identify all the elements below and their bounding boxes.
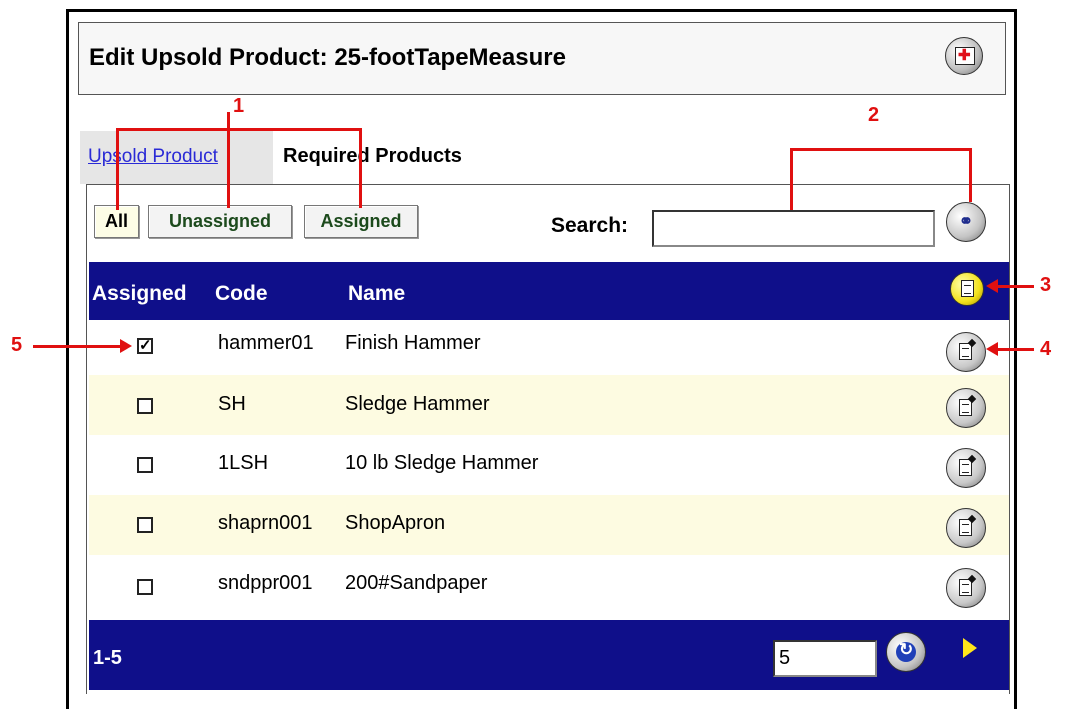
edit-icon[interactable] — [946, 568, 986, 608]
tab-required-products-label: Required Products — [283, 145, 462, 167]
row-code: hammer01 — [218, 332, 314, 354]
annotation-line — [227, 112, 230, 129]
row-code: SH — [218, 393, 246, 415]
row-code: 1LSH — [218, 452, 269, 474]
annotation-arrowhead — [120, 339, 132, 353]
close-window-icon[interactable] — [945, 37, 983, 75]
annotation-3: 3 — [1040, 274, 1052, 296]
binoculars-icon[interactable]: ⚭ — [946, 202, 986, 242]
filter-unassigned-button[interactable]: Unassigned — [148, 205, 292, 238]
annotation-line — [116, 128, 361, 131]
search-label: Search: — [551, 214, 629, 237]
page-title: Edit Upsold Product: 25-footTapeMeasure — [89, 44, 566, 71]
annotation-line — [359, 128, 362, 208]
edit-icon[interactable] — [946, 508, 986, 548]
annotation-arrowhead — [986, 279, 998, 293]
annotation-line — [790, 148, 972, 151]
add-document-icon[interactable] — [950, 272, 984, 306]
annotation-1: 1 — [233, 95, 245, 117]
edit-icon[interactable] — [946, 448, 986, 488]
page-size-input[interactable] — [773, 640, 877, 677]
annotation-line — [33, 345, 121, 348]
annotation-4: 4 — [1040, 338, 1052, 360]
row-code: shaprn001 — [218, 512, 313, 534]
row-name: Sledge Hammer — [345, 393, 490, 415]
row-name: 10 lb Sledge Hammer — [345, 452, 539, 474]
edit-icon[interactable] — [946, 332, 986, 372]
annotation-line — [227, 128, 230, 208]
pagination-range: 1-5 — [93, 647, 122, 669]
annotation-arrowhead — [986, 342, 998, 356]
assigned-checkbox[interactable] — [137, 579, 153, 595]
assigned-checkbox[interactable] — [137, 457, 153, 473]
annotation-5: 5 — [11, 334, 23, 356]
row-name: ShopApron — [345, 512, 446, 534]
annotation-2: 2 — [868, 104, 880, 126]
refresh-icon[interactable] — [886, 632, 926, 672]
column-header-name[interactable]: Name — [348, 282, 405, 306]
annotation-line — [996, 348, 1034, 351]
annotation-line — [116, 128, 119, 210]
column-header-code[interactable]: Code — [215, 282, 268, 306]
row-code: sndppr001 — [218, 572, 313, 594]
search-input[interactable] — [652, 210, 935, 247]
filter-assigned-button[interactable]: Assigned — [304, 205, 418, 238]
edit-icon[interactable] — [946, 388, 986, 428]
assigned-checkbox[interactable] — [137, 398, 153, 414]
row-name: 200#Sandpaper — [345, 572, 488, 594]
annotation-line — [969, 148, 972, 202]
row-name: Finish Hammer — [345, 332, 481, 354]
assigned-checkbox[interactable] — [137, 517, 153, 533]
annotation-line — [996, 285, 1034, 288]
tab-upsold-product-label[interactable]: Upsold Product — [88, 146, 218, 168]
next-page-icon[interactable] — [963, 638, 977, 658]
column-header-assigned[interactable]: Assigned — [92, 282, 187, 306]
annotation-line — [790, 148, 793, 210]
assigned-checkbox[interactable] — [137, 336, 153, 354]
